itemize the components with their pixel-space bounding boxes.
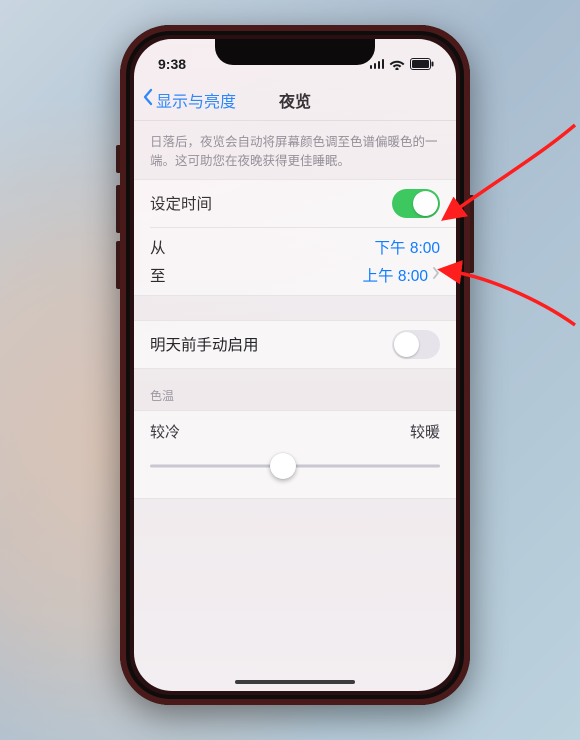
- status-time: 9:38: [158, 56, 186, 72]
- signal-icon: [370, 59, 385, 69]
- from-label: 从: [150, 236, 166, 258]
- temperature-slider[interactable]: [150, 452, 440, 480]
- temperature-group: 较冷 较暖: [134, 410, 456, 499]
- wifi-icon: [389, 58, 405, 70]
- schedule-toggle-switch[interactable]: [392, 189, 440, 218]
- manual-toggle-label: 明天前手动启用: [150, 333, 259, 355]
- from-value: 下午 8:00: [375, 236, 440, 258]
- notch: [215, 39, 375, 65]
- manual-toggle-switch[interactable]: [392, 330, 440, 359]
- slider-warm-label: 较暖: [410, 421, 440, 442]
- description-text: 日落后，夜览会自动将屏幕颜色调至色谱偏暖色的一端。这可助您在夜晚获得更佳睡眠。: [134, 121, 456, 179]
- battery-icon: [410, 58, 434, 70]
- manual-toggle-row[interactable]: 明天前手动启用: [134, 321, 456, 368]
- back-button[interactable]: 显示与亮度: [142, 79, 236, 120]
- screen: 9:38 显示与亮度 夜览 日落后，夜览会自动将屏幕颜色调: [134, 39, 456, 691]
- chevron-left-icon: [142, 88, 156, 111]
- temperature-section-header: 色温: [134, 369, 456, 410]
- phone-frame: 9:38 显示与亮度 夜览 日落后，夜览会自动将屏幕颜色调: [120, 25, 470, 705]
- navbar: 显示与亮度 夜览: [134, 79, 456, 121]
- schedule-toggle-label: 设定时间: [150, 192, 212, 214]
- chevron-right-icon: [432, 266, 440, 284]
- back-label: 显示与亮度: [156, 88, 236, 112]
- slider-cold-label: 较冷: [150, 421, 180, 442]
- schedule-toggle-row[interactable]: 设定时间: [134, 180, 456, 227]
- manual-group: 明天前手动启用: [134, 320, 456, 369]
- page-title: 夜览: [279, 88, 311, 112]
- schedule-group: 设定时间 从 至 下午 8:00 上午 8:0: [134, 179, 456, 296]
- home-indicator[interactable]: [235, 680, 355, 684]
- schedule-time-row[interactable]: 从 至 下午 8:00 上午 8:00: [134, 227, 456, 295]
- to-value: 上午 8:00: [363, 264, 428, 286]
- to-label: 至: [150, 264, 166, 286]
